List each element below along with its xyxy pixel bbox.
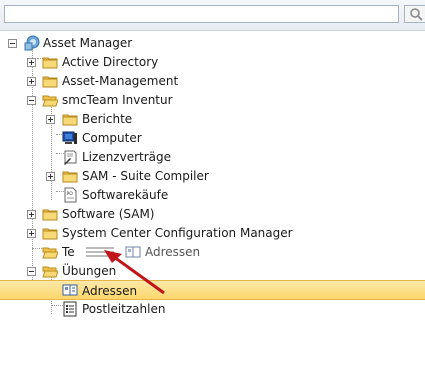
tree-item-asset-manager[interactable]: Asset Manager <box>0 34 425 53</box>
tree-item-uebungen[interactable]: Übungen <box>0 262 425 281</box>
tree-item-label: Active Directory <box>62 55 159 69</box>
tree-item-lizenzvertraege[interactable]: Lizenzverträge <box>0 148 425 167</box>
expand-toggle[interactable] <box>46 172 55 181</box>
expand-toggle[interactable] <box>27 77 36 86</box>
collapse-toggle[interactable] <box>8 39 17 48</box>
tree-item-sam-suite-compiler[interactable]: SAM - Suite Compiler <box>0 167 425 186</box>
expand-toggle[interactable] <box>46 115 55 124</box>
purchase-document-icon: PO <box>64 187 77 203</box>
navigation-tree: Asset Manager Active Directory Asset-Man… <box>0 30 425 370</box>
tree-item-postleitzahlen[interactable]: Postleitzahlen <box>0 300 425 319</box>
computer-icon <box>62 131 77 144</box>
address-book-icon <box>62 284 78 296</box>
tree-item-label: Berichte <box>82 112 133 126</box>
search-input[interactable] <box>4 5 399 23</box>
collapse-toggle[interactable] <box>27 96 36 105</box>
folder-icon <box>42 57 58 69</box>
tree-item-label: Computer <box>82 131 142 145</box>
folder-icon <box>42 76 58 88</box>
license-contract-icon <box>64 150 77 165</box>
tree-item-label: Asset Manager <box>43 36 133 50</box>
tree-item-sccm[interactable]: System Center Configuration Manager <box>0 224 425 243</box>
tree-item-label: Te <box>62 245 75 259</box>
tree-item-label: System Center Configuration Manager <box>62 226 293 240</box>
search-button[interactable] <box>404 5 425 23</box>
tree-item-softwarekaeufe[interactable]: PO Softwarekäufe <box>0 186 425 205</box>
tree-item-active-directory[interactable]: Active Directory <box>0 53 425 72</box>
tree-item-smcteam-inventur[interactable]: smcTeam Inventur <box>0 91 425 110</box>
expand-toggle[interactable] <box>27 229 36 238</box>
folder-icon <box>62 171 78 183</box>
asset-manager-icon <box>24 35 40 51</box>
search-toolbar <box>0 0 425 31</box>
list-icon <box>63 301 77 317</box>
tree-item-software-sam[interactable]: Software (SAM) <box>0 205 425 224</box>
folder-icon <box>62 114 78 126</box>
folder-open-icon <box>42 95 58 107</box>
tree-item-label: SAM - Suite Compiler <box>82 169 209 183</box>
tree-item-computer[interactable]: Computer <box>0 129 425 148</box>
tree-item-label: Asset-Management <box>62 74 179 88</box>
svg-text:PO: PO <box>67 191 74 197</box>
tree-item-berichte[interactable]: Berichte <box>0 110 425 129</box>
collapse-toggle[interactable] <box>27 267 36 276</box>
expand-toggle[interactable] <box>27 210 36 219</box>
tree-item-label: Softwarekäufe <box>82 188 169 202</box>
folder-icon <box>42 209 58 221</box>
folder-open-icon <box>42 266 58 278</box>
tree-item-label: Software (SAM) <box>62 207 155 221</box>
search-icon <box>410 8 423 21</box>
tree-item-label: Postleitzahlen <box>82 302 166 316</box>
annotation-arrow <box>104 250 165 295</box>
tree-item-te[interactable]: Te <box>0 243 425 262</box>
tree-item-label: Lizenzverträge <box>82 150 172 164</box>
tree-item-adressen[interactable]: Adressen <box>0 280 425 300</box>
expand-toggle[interactable] <box>27 58 36 67</box>
folder-open-icon <box>42 247 58 259</box>
tree-item-asset-management[interactable]: Asset-Management <box>0 72 425 91</box>
tree-item-label: smcTeam Inventur <box>62 93 173 107</box>
folder-icon <box>42 228 58 240</box>
